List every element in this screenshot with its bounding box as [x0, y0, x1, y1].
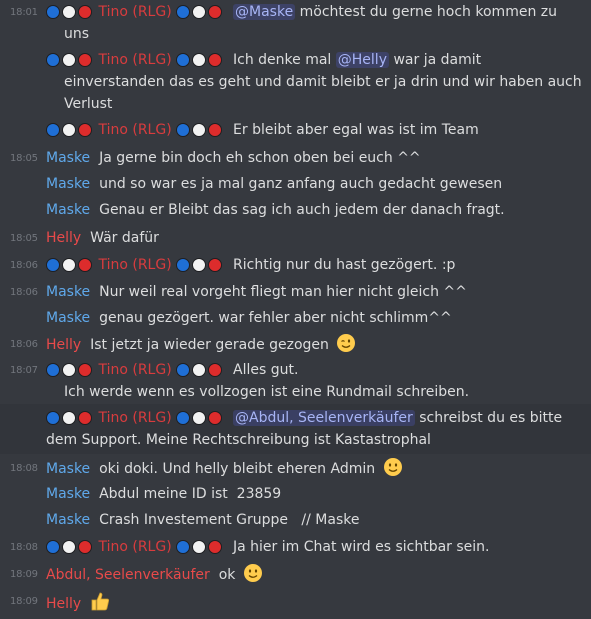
- timestamp: 18:07: [10, 365, 38, 376]
- message: Maske Abdul meine ID ist 23859: [0, 482, 591, 506]
- flag-dots-icon: [46, 539, 94, 561]
- message: Tino (RLG) Er bleibt aber egal was ist i…: [0, 118, 591, 142]
- message-text: einverstanden das es geht und damit blei…: [64, 74, 585, 90]
- message-text: dem Support. Meine Rechtschreibung ist K…: [46, 432, 431, 448]
- username[interactable]: Tino (RLG): [98, 4, 171, 20]
- username[interactable]: Tino (RLG): [98, 362, 171, 378]
- timestamp: 18:09: [10, 596, 38, 607]
- message: Tino (RLG) Ich denke mal @Helly war ja d…: [0, 48, 591, 116]
- username[interactable]: Maske: [46, 202, 90, 218]
- message-text: Abdul meine ID ist 23859: [99, 486, 282, 502]
- winking-face-icon: [336, 333, 356, 360]
- message-text: Er bleibt aber egal was ist im Team: [233, 122, 479, 138]
- username[interactable]: Tino (RLG): [98, 539, 171, 555]
- smiling-face-icon: [243, 563, 263, 590]
- flag-dots-icon: [46, 257, 94, 279]
- user-mention[interactable]: @Maske: [233, 4, 296, 20]
- message: 18:09 Helly: [0, 589, 591, 615]
- username[interactable]: Helly: [46, 230, 81, 246]
- message-text: Alles gut.: [233, 362, 299, 378]
- message-text: war ja damit: [393, 52, 482, 68]
- username[interactable]: Maske: [46, 176, 90, 192]
- username[interactable]: Maske: [46, 512, 90, 528]
- message-highlighted: Tino (RLG) @Abdul, Seelenverkäufer schre…: [0, 404, 591, 454]
- user-mention[interactable]: @Helly: [335, 52, 389, 68]
- message: 18:06 Helly Ist jetzt ja wieder gerade g…: [0, 332, 591, 356]
- message: 18:09 Abdul, Seelenverkäufer ok: [0, 562, 591, 586]
- message-text: Richtig nur du hast gezögert. :p: [233, 257, 456, 273]
- flag-dots-icon: [46, 122, 94, 144]
- message-text: und so war es ja mal ganz anfang auch ge…: [99, 176, 503, 192]
- message-text: Wär dafür: [90, 230, 159, 246]
- thumbs-up-icon: [89, 590, 111, 619]
- message-text: Genau er Bleibt das sag ich auch jedem d…: [99, 202, 505, 218]
- message-text: Ja gerne bin doch eh schon oben bei euch…: [99, 150, 421, 166]
- message-text: genau gezögert. war fehler aber nicht sc…: [99, 310, 452, 326]
- message: 18:06 Tino (RLG) Richtig nur du hast gez…: [0, 253, 591, 277]
- smiling-face-icon: [383, 457, 403, 484]
- user-mention[interactable]: @Abdul, Seelenverkäufer: [233, 410, 415, 426]
- message: 18:05 Helly Wär dafür: [0, 226, 591, 250]
- timestamp: 18:05: [10, 233, 38, 244]
- message-text: Ich denke mal: [233, 52, 332, 68]
- message-text: oki doki. Und helly bleibt eheren Admin: [99, 461, 376, 477]
- username[interactable]: Tino (RLG): [98, 410, 171, 426]
- message-text: Verlust: [64, 96, 113, 112]
- username[interactable]: Helly: [46, 337, 81, 353]
- message: Maske und so war es ja mal ganz anfang a…: [0, 172, 591, 196]
- timestamp: 18:09: [10, 569, 38, 580]
- message-text: Ist jetzt ja wieder gerade gezogen: [90, 337, 329, 353]
- message: Maske genau gezögert. war fehler aber ni…: [0, 306, 591, 330]
- message: 18:08 Maske oki doki. Und helly bleibt e…: [0, 456, 591, 480]
- message-text: schreibst du es bitte: [419, 410, 563, 426]
- message-text: möchtest du gerne hoch kommen zu: [299, 4, 557, 20]
- username[interactable]: Tino (RLG): [98, 122, 171, 138]
- message: Maske Genau er Bleibt das sag ich auch j…: [0, 198, 591, 222]
- message: 18:08 Tino (RLG) Ja hier im Chat wird es…: [0, 535, 591, 559]
- username[interactable]: Maske: [46, 486, 90, 502]
- flag-dots-icon: [176, 122, 224, 144]
- timestamp: 18:08: [10, 463, 38, 474]
- username[interactable]: Maske: [46, 310, 90, 326]
- timestamp: 18:06: [10, 339, 38, 350]
- username[interactable]: Tino (RLG): [98, 52, 171, 68]
- username[interactable]: Tino (RLG): [98, 257, 171, 273]
- flag-dots-icon: [176, 257, 224, 279]
- message-text: uns: [64, 26, 90, 42]
- timestamp: 18:06: [10, 260, 38, 271]
- flag-dots-icon: [176, 539, 224, 561]
- message: 18:06 Maske Nur weil real vorgeht fliegt…: [0, 280, 591, 304]
- message: 18:01 Tino (RLG) @Maske möchtest du gern…: [0, 0, 591, 46]
- timestamp: 18:05: [10, 153, 38, 164]
- timestamp: 18:01: [10, 7, 38, 18]
- message-text: ok: [218, 567, 236, 583]
- username[interactable]: Maske: [46, 461, 90, 477]
- message-text: Crash Investement Gruppe // Maske: [99, 512, 360, 528]
- message-text: Ja hier im Chat wird es sichtbar sein.: [233, 539, 490, 555]
- message-text: Ich werde wenn es vollzogen ist eine Run…: [64, 384, 470, 400]
- message: 18:07 Tino (RLG) Alles gut. Ich werde we…: [0, 358, 591, 404]
- timestamp: 18:08: [10, 542, 38, 553]
- timestamp: 18:06: [10, 287, 38, 298]
- username[interactable]: Helly: [46, 596, 81, 612]
- username[interactable]: Maske: [46, 284, 90, 300]
- message: Maske Crash Investement Gruppe // Maske: [0, 508, 591, 532]
- username[interactable]: Abdul, Seelenverkäufer: [46, 567, 210, 583]
- message-text: Nur weil real vorgeht fliegt man hier ni…: [99, 284, 467, 300]
- message: 18:05 Maske Ja gerne bin doch eh schon o…: [0, 146, 591, 170]
- username[interactable]: Maske: [46, 150, 90, 166]
